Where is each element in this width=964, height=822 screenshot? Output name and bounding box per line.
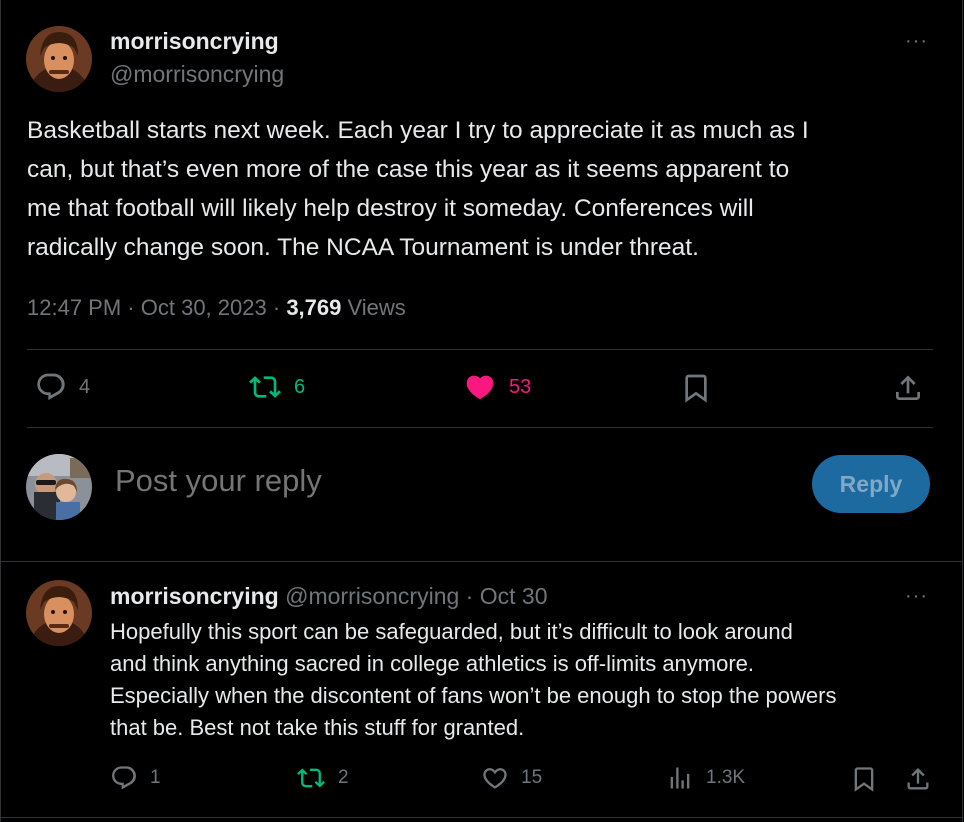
repost-icon [297, 768, 325, 788]
reply-button[interactable]: 4 [35, 371, 90, 403]
reply-text-line: Especially when the discontent of fans w… [110, 683, 837, 708]
reply-repost-button[interactable]: 2 [296, 764, 349, 792]
reply-views-count: 1.3K [706, 767, 746, 788]
reply-text-line: Hopefully this sport can be safeguarded,… [110, 619, 793, 644]
reply-repost-count: 2 [338, 767, 349, 788]
author-handle[interactable]: @morrisoncrying [110, 61, 284, 88]
separator: · [465, 583, 480, 609]
tweet-text-line: radically change soon. The NCAA Tourname… [27, 234, 699, 261]
tweet-text-line: Basketball starts next week. Each year I… [27, 117, 809, 144]
views-count: 3,769 [286, 295, 342, 320]
repost-count: 6 [294, 375, 306, 398]
tweet-text-line: me that football will likely help destro… [27, 195, 754, 222]
reply-author-avatar[interactable] [26, 580, 92, 646]
divider [0, 817, 962, 818]
reply-text-line: and think anything sacred in college ath… [110, 651, 755, 676]
reply-like-button[interactable]: 15 [481, 764, 542, 792]
reply-icon [112, 766, 136, 790]
reply-reply-count: 1 [150, 767, 161, 788]
reply-views-button[interactable]: 1.3K [666, 764, 745, 792]
share-icon [896, 375, 920, 400]
reply-date[interactable]: Oct 30 [480, 583, 548, 609]
heart-filled-icon [466, 375, 494, 400]
share-icon [907, 768, 929, 790]
divider [0, 561, 962, 562]
like-count: 53 [509, 375, 532, 398]
bookmark-icon [685, 374, 707, 403]
repost-button[interactable]: 6 [248, 371, 305, 403]
reply-like-count: 15 [521, 767, 543, 788]
tweet-meta: 12:47 PM · Oct 30, 2023 · 3,769 Views [27, 295, 406, 321]
reply-input[interactable] [113, 462, 717, 500]
reply-bookmark-button[interactable] [850, 764, 878, 794]
reply-author-handle[interactable]: @morrisoncrying [285, 583, 459, 609]
tweet-time[interactable]: 12:47 PM [27, 295, 121, 320]
right-border [962, 0, 963, 822]
divider [27, 427, 933, 428]
author-avatar[interactable] [26, 26, 92, 92]
separator: · [272, 295, 287, 320]
divider [27, 349, 933, 350]
separator: · [127, 295, 141, 320]
reply-icon [37, 373, 65, 400]
left-border [0, 0, 1, 822]
repost-icon [249, 376, 281, 398]
like-button[interactable]: 53 [463, 371, 531, 403]
bookmark-button[interactable] [680, 371, 712, 405]
reply-text: Hopefully this sport can be safeguarded,… [110, 616, 836, 744]
reply-reply-button[interactable]: 1 [110, 764, 161, 792]
user-avatar[interactable] [26, 454, 92, 520]
tweet-text-line: can, but that’s even more of the case th… [27, 156, 790, 183]
tweet-text: Basketball starts next week. Each year I… [27, 111, 809, 267]
more-icon[interactable]: ··· [905, 30, 928, 53]
reply-text-line: that be. Best not take this stuff for gr… [110, 715, 525, 740]
author-name[interactable]: morrisoncrying [110, 28, 279, 55]
reply-count: 4 [79, 375, 91, 398]
views-icon [670, 767, 690, 789]
reply-author-name[interactable]: morrisoncrying [110, 583, 279, 609]
heart-icon [483, 768, 507, 789]
reply-submit-button[interactable]: Reply [812, 455, 930, 513]
reply-share-button[interactable] [904, 764, 932, 794]
reply-header: morrisoncrying @morrisoncrying · Oct 30 [110, 583, 548, 610]
tweet-date[interactable]: Oct 30, 2023 [141, 295, 267, 320]
views-label: Views [347, 295, 406, 320]
bookmark-icon [854, 767, 874, 792]
share-button[interactable] [892, 371, 924, 405]
more-icon[interactable]: ··· [905, 585, 928, 608]
